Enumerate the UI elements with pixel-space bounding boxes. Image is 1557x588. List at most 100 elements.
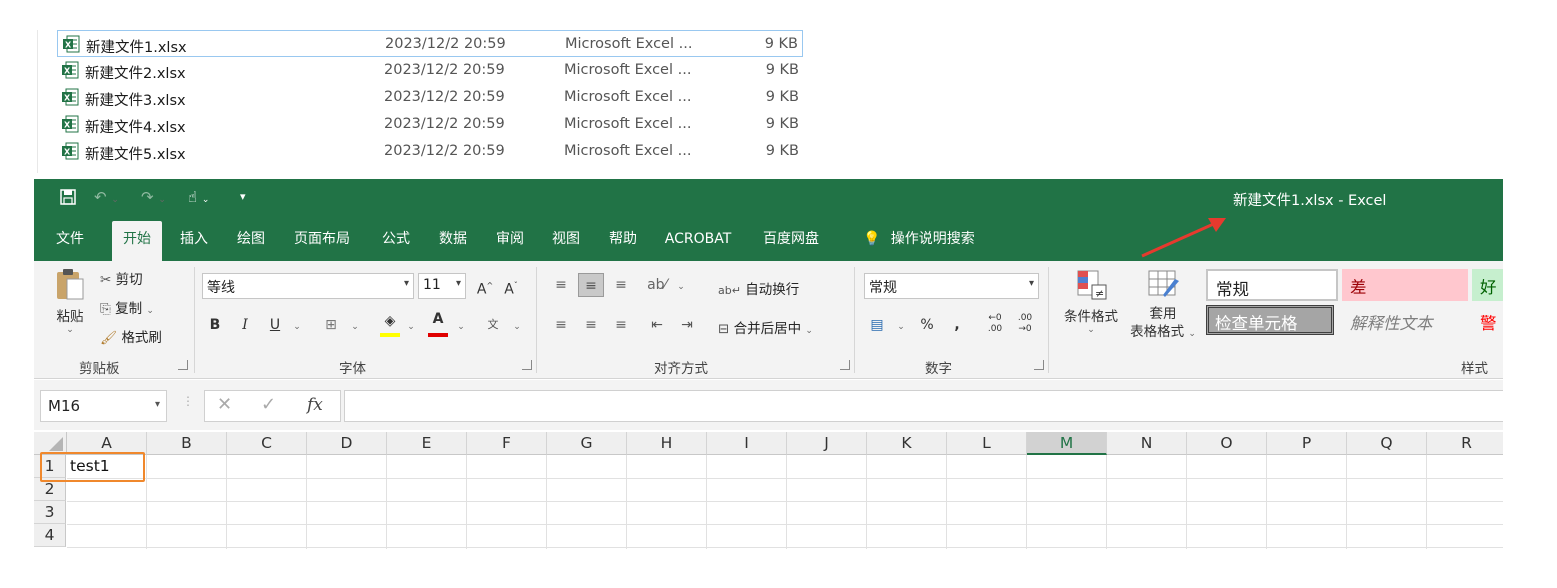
chevron-down-icon[interactable]: ⌄ (890, 313, 912, 337)
tell-me-search[interactable]: 💡 操作说明搜索 (854, 226, 984, 261)
tab-10[interactable]: ACROBAT (656, 226, 740, 261)
column-header-P[interactable]: P (1267, 432, 1347, 455)
decrease-font-icon[interactable]: Aˇ (500, 274, 522, 298)
tab-9[interactable]: 帮助 (599, 226, 647, 261)
column-header-H[interactable]: H (627, 432, 707, 455)
clipboard-launcher-icon[interactable] (178, 360, 188, 370)
name-box[interactable]: M16 ▾ (40, 390, 167, 422)
paste-button[interactable]: 粘贴 ⌄ (52, 267, 88, 347)
undo-icon[interactable]: ↶ ⌄ (94, 188, 119, 208)
font-launcher-icon[interactable] (522, 360, 532, 370)
formula-input[interactable] (344, 390, 1503, 422)
tab-4[interactable]: 页面布局 (284, 226, 360, 261)
wrap-text-button[interactable]: ab↵ 自动换行 (718, 278, 799, 298)
align-left-icon[interactable]: ≡ (550, 313, 572, 337)
border-icon[interactable]: ⊞ (320, 313, 342, 337)
copy-button[interactable]: ⎘ 复制 ⌄ (100, 297, 154, 317)
column-header-M[interactable]: M (1027, 432, 1107, 455)
divider (1048, 267, 1049, 373)
style-bad[interactable]: 差 (1342, 269, 1468, 301)
column-header-R[interactable]: R (1427, 432, 1503, 455)
align-center-icon[interactable]: ≡ (580, 313, 602, 337)
column-header-D[interactable]: D (307, 432, 387, 455)
align-right-icon[interactable]: ≡ (610, 313, 632, 337)
tab-3[interactable]: 绘图 (227, 226, 275, 261)
style-good[interactable]: 好 (1472, 269, 1503, 301)
align-bottom-icon[interactable]: ≡ (610, 273, 632, 297)
column-header-Q[interactable]: Q (1347, 432, 1427, 455)
style-check-cell[interactable]: 检查单元格 (1206, 305, 1334, 335)
comma-button[interactable]: , (946, 313, 968, 337)
file-row[interactable]: X 新建文件5.xlsx 2023/12/2 20:59 Microsoft Exce… (57, 138, 803, 165)
orientation-icon[interactable]: ab⁄ (646, 273, 668, 297)
tab-5[interactable]: 公式 (372, 226, 420, 261)
align-middle-icon[interactable]: ≡ (578, 273, 604, 297)
enter-icon[interactable]: ✓ (261, 394, 276, 415)
tab-0[interactable]: 文件 (44, 226, 96, 261)
increase-decimal-icon[interactable]: ←0.00 (984, 313, 1006, 337)
column-header-N[interactable]: N (1107, 432, 1187, 455)
column-header-K[interactable]: K (867, 432, 947, 455)
touch-mode-icon[interactable]: ☝ ⌄ (188, 188, 209, 208)
format-as-table-button[interactable]: 套用 表格格式 ⌄ (1124, 269, 1202, 351)
cut-button[interactable]: ✂ 剪切 (100, 268, 143, 288)
insert-function-icon[interactable]: fx (307, 395, 323, 415)
chevron-down-icon[interactable]: ⌄ (506, 313, 528, 337)
fill-color-icon[interactable]: ◈ (378, 313, 402, 339)
underline-button[interactable]: U (264, 313, 286, 337)
column-header-J[interactable]: J (787, 432, 867, 455)
customize-qat-icon[interactable]: ▾ (240, 190, 246, 210)
increase-font-icon[interactable]: A^ (474, 274, 496, 298)
chevron-down-icon[interactable]: ⌄ (400, 313, 422, 337)
style-warning[interactable]: 警 (1472, 305, 1503, 337)
cancel-icon[interactable]: ✕ (217, 394, 232, 415)
currency-icon[interactable]: ▤ (866, 313, 888, 337)
increase-indent-icon[interactable]: ⇥ (676, 313, 698, 337)
column-header-E[interactable]: E (387, 432, 467, 455)
chevron-down-icon[interactable]: ⌄ (286, 313, 308, 337)
row-header-4[interactable]: 4 (34, 524, 66, 547)
file-row[interactable]: X 新建文件4.xlsx 2023/12/2 20:59 Microsoft Exce… (57, 111, 803, 138)
font-size-select[interactable]: 11 ▾ (418, 273, 466, 299)
number-format-select[interactable]: 常规 ▾ (864, 273, 1039, 299)
column-header-B[interactable]: B (147, 432, 227, 455)
column-header-O[interactable]: O (1187, 432, 1267, 455)
tab-2[interactable]: 插入 (170, 226, 218, 261)
conditional-formatting-button[interactable]: ≠ 条件格式 ⌄ (1058, 269, 1124, 351)
column-header-I[interactable]: I (707, 432, 787, 455)
tab-7[interactable]: 审阅 (486, 226, 534, 261)
bold-button[interactable]: B (204, 313, 226, 337)
file-row[interactable]: X 新建文件2.xlsx 2023/12/2 20:59 Microsoft Exce… (57, 57, 803, 84)
italic-button[interactable]: I (234, 313, 256, 337)
decrease-decimal-icon[interactable]: .00 →0 (1014, 313, 1036, 337)
align-top-icon[interactable]: ≡ (550, 273, 572, 297)
merge-center-button[interactable]: ⊟ 合并后居中 ⌄ (718, 317, 813, 337)
font-color-icon[interactable]: A (426, 311, 450, 339)
phonetic-icon[interactable]: 文 (482, 313, 504, 337)
style-explanatory[interactable]: 解释性文本 (1342, 305, 1468, 337)
column-header-L[interactable]: L (947, 432, 1027, 455)
chevron-down-icon[interactable]: ⌄ (344, 313, 366, 337)
redo-icon[interactable]: ↷ ⌄ (141, 188, 166, 208)
chevron-down-icon[interactable]: ⌄ (450, 313, 472, 337)
tab-8[interactable]: 视图 (542, 226, 590, 261)
style-normal[interactable]: 常规 (1206, 269, 1338, 301)
format-painter-button[interactable]: 🖌 格式刷 (100, 326, 162, 346)
decrease-indent-icon[interactable]: ⇤ (646, 313, 668, 337)
column-header-G[interactable]: G (547, 432, 627, 455)
chevron-down-icon[interactable]: ⌄ (670, 273, 692, 297)
save-icon[interactable] (60, 189, 76, 209)
font-name-select[interactable]: 等线 ▾ (202, 273, 414, 299)
tab-11[interactable]: 百度网盘 (753, 226, 829, 261)
file-row[interactable]: X 新建文件1.xlsx 2023/12/2 20:59 Microsoft Exce… (57, 30, 803, 57)
number-launcher-icon[interactable] (1034, 360, 1044, 370)
column-header-F[interactable]: F (467, 432, 547, 455)
row-header-3[interactable]: 3 (34, 501, 66, 524)
splitter-icon[interactable]: ⋮ (182, 394, 194, 408)
column-header-C[interactable]: C (227, 432, 307, 455)
percent-button[interactable]: % (916, 313, 938, 337)
tab-6[interactable]: 数据 (429, 226, 477, 261)
alignment-launcher-icon[interactable] (840, 360, 850, 370)
tab-1[interactable]: 开始 (112, 221, 162, 261)
file-row[interactable]: X 新建文件3.xlsx 2023/12/2 20:59 Microsoft Exce… (57, 84, 803, 111)
